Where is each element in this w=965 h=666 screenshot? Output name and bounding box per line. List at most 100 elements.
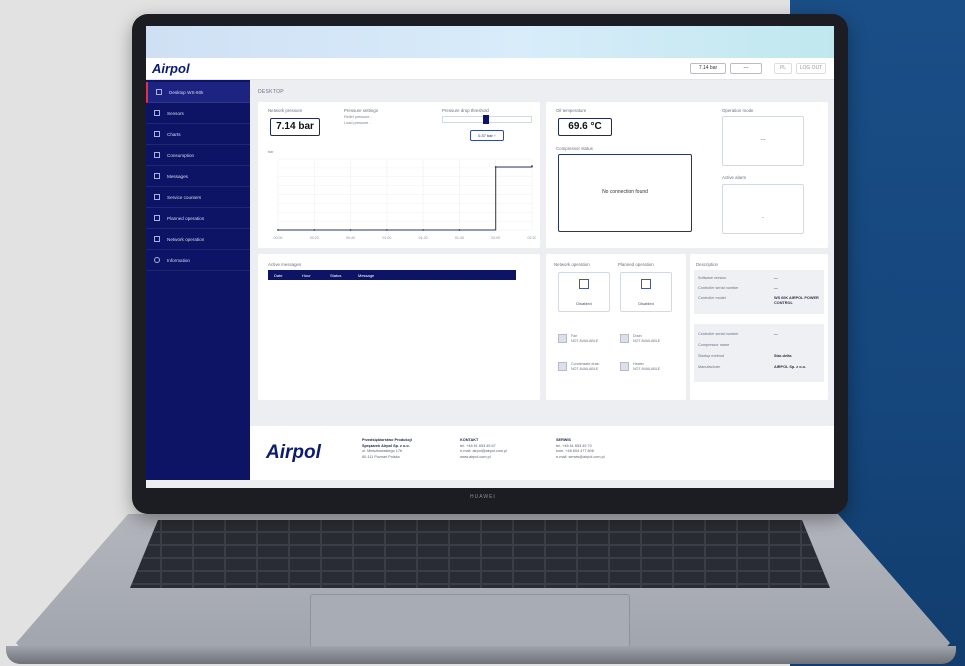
sidebar-item-planned-operation[interactable]: Planned operation [146,208,250,229]
oil-temp-label: Oil temperature [556,108,587,113]
pressure-drop-slider[interactable] [442,115,532,124]
chart-icon [154,131,160,137]
page-footer: Airpol Przedsiębiorstwo Produkcji Spręża… [250,426,834,480]
pressure-data-point [385,229,388,231]
app-logo[interactable]: Airpol [152,61,190,76]
fan-name: Fan [571,334,578,339]
relief-pressure-row: Relief pressure - [344,115,372,119]
active-alarm-value: - [762,215,764,221]
x-tick-label: 02:00 [491,236,500,240]
oil-temp-value: 69.6 °C [558,118,612,136]
sidebar-item-desktop[interactable]: Desktop WS-60k [146,82,250,103]
network-operation-card[interactable]: Disabled [558,272,610,312]
sidebar-item-messages[interactable]: Messages [146,166,250,187]
pressure-data-point [458,229,461,231]
column-status[interactable]: Status [324,273,352,278]
logout-button[interactable]: LOG OUT [796,63,826,74]
compressor-status-box: No connection found [558,154,692,232]
footer-contact: KONTAKT tel. +48 61 653 45 67 e-mail: ai… [460,438,507,460]
laptop-brand: HUAWEI [470,494,496,500]
description-label: Description [696,262,718,267]
compressor-serial-label: Controller serial number [698,332,739,336]
sidebar-item-network-operation[interactable]: Network operation [146,229,250,250]
footer-contact-web[interactable]: www.airpol.com.pl [460,455,491,459]
screen-top-banner [146,26,834,58]
condensate-drain-icon [558,362,567,371]
column-message[interactable]: Message [352,273,412,278]
x-tick-label: 00:40 [346,236,355,240]
footer-contact-email[interactable]: e-mail: airpol@airpol.com.pl [460,449,507,453]
sidebar-item-label: Service counters [167,194,202,200]
condensate-drain-state: NOT AVAILABLE [571,366,599,371]
controller-info-box: Software version --- Controller serial n… [694,270,824,314]
compressor-status-label: Compressor status [556,146,593,151]
column-hour[interactable]: Hour [296,273,324,278]
drain-state: NOT AVAILABLE [633,338,661,343]
startup-method-label: Startup method [698,354,724,358]
footer-company-line2: Sprężarek Airpol Sp. z o.o. [362,443,410,448]
planned-operation-card[interactable]: Disabled [620,272,672,312]
sidebar-item-label: Messages [167,173,188,179]
messages-table-header: Date Hour Status Message [268,270,516,280]
drain-icon [620,334,629,343]
fan-status: Fan NOT AVAILABLE [558,334,598,343]
sidebar-item-label: Planned operation [167,215,205,221]
drain-status: Drain NOT AVAILABLE [620,334,660,343]
footer-company-line4: 60-111 Poznań Polska [362,454,400,459]
footer-service-phone: tel. +48 61 653 45 70 [556,443,592,448]
x-tick-label: 01:20 [419,236,428,240]
x-tick-label: 00:20 [310,236,319,240]
app-header: Airpol 7.14 bar --- PL LOG OUT [146,58,834,80]
active-alarm-box: - [722,184,804,234]
network-operation-state: Disabled [576,301,592,306]
sidebar-item-information[interactable]: Information [146,250,250,271]
footer-service-email[interactable]: e-mail: serwis@airpol.com.pl [556,455,605,459]
heater-state: NOT AVAILABLE [633,366,661,371]
pressure-data-point [494,166,497,168]
compressor-serial-value: --- [774,332,778,336]
controller-serial-label: Controller serial number [698,286,739,290]
footer-company: Przedsiębiorstwo Produkcji Sprężarek Air… [362,438,412,460]
pressure-data-point [277,229,279,231]
sidebar-item-label: Consumption [167,152,195,158]
operation-panel: Network operation Planned operation Disa… [546,254,686,400]
breadcrumb: DESKTOP [258,89,284,95]
column-date[interactable]: Date [268,273,296,278]
fan-icon [558,334,567,343]
operation-mode-label: Operation mode [722,108,754,113]
condensate-drain-status: Condensate drain NOT AVAILABLE [558,362,599,371]
pressure-drop-button[interactable]: 0.37 bar ↑ [470,130,504,141]
sidebar-item-sensors[interactable]: Sensors [146,103,250,124]
footer-service-title: SERWIS [556,438,571,442]
compressor-status-text: No connection found [602,189,648,195]
laptop-keyboard-rows [130,520,830,588]
drain-name: Drain [633,334,642,339]
controller-serial-value: --- [774,286,778,290]
header-button-2[interactable]: --- [730,63,762,74]
compressor-name-label: Compressor name [698,343,730,347]
counter-icon [154,194,160,200]
chart-y-unit: bar [268,150,274,154]
planned-operation-state: Disabled [638,301,654,306]
pressure-data-point [349,229,352,231]
operation-mode-box: --- [722,116,804,166]
message-icon [154,173,160,179]
language-button[interactable]: PL [774,63,792,74]
startup-method-value: Star-delta [774,354,792,358]
pressure-drop-slider-handle[interactable] [483,115,489,124]
heater-name: Heater [633,362,644,367]
pressure-settings-label: Pressure settings [344,108,378,113]
pressure-indicator-button[interactable]: 7.14 bar [690,63,726,74]
x-tick-label: 01:40 [455,236,464,240]
calendar-icon [641,279,651,289]
sidebar-item-service-counters[interactable]: Service counters [146,187,250,208]
active-alarm-label: Active alarm [722,175,747,180]
x-tick-label: 00:00 [274,236,283,240]
planned-operation-label: Planned operation [618,262,654,267]
sidebar-item-consumption[interactable]: Consumption [146,145,250,166]
pressure-data-point [422,229,425,231]
pressure-series-line [278,166,533,231]
pressure-drop-label: Pressure drop threshold [442,108,489,113]
sidebar-item-charts[interactable]: Charts [146,124,250,145]
footer-service: SERWIS tel. +48 61 653 45 70 kom. +48 60… [556,438,605,460]
